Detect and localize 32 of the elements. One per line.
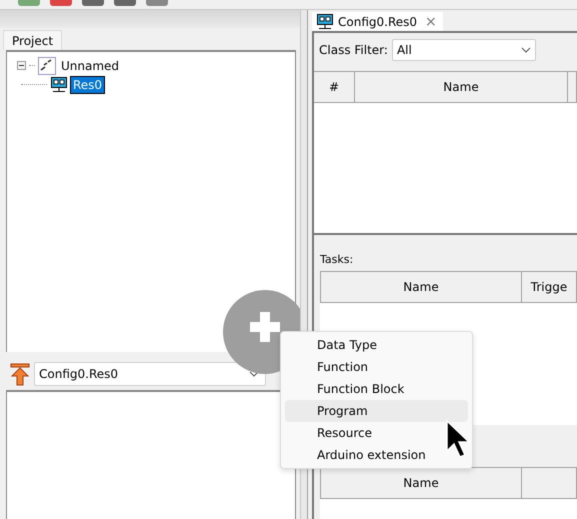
filter-label: Class Filter: — [319, 43, 388, 57]
toolbar-icon[interactable] — [82, 0, 104, 6]
close-icon[interactable]: × — [425, 14, 437, 30]
toolbar-icon[interactable] — [18, 0, 40, 6]
editor-tab[interactable]: Config0.Res0 × — [312, 12, 443, 31]
class-filter-select[interactable]: All — [392, 39, 536, 61]
column-header[interactable]: Name — [321, 272, 522, 302]
tree-item[interactable]: Unnamed — [59, 58, 122, 74]
toolbar-icon[interactable] — [50, 0, 72, 6]
collapse-toggle[interactable] — [17, 61, 26, 70]
column-header[interactable]: # — [314, 72, 355, 102]
toolbar-icon[interactable] — [146, 0, 168, 6]
resource-combo[interactable]: Config0.Res0 — [34, 362, 266, 386]
menu-item[interactable]: Function — [285, 356, 468, 378]
toolbar-icon[interactable] — [114, 0, 136, 6]
menu-item[interactable]: Program — [285, 400, 468, 422]
up-arrow-icon[interactable] — [10, 362, 30, 386]
tasks-label: Tasks: — [320, 253, 354, 267]
tree-item[interactable]: Res0 — [71, 76, 104, 92]
menu-item[interactable]: Resource — [285, 422, 468, 444]
column-header[interactable]: Trigge — [522, 272, 577, 302]
menu-item[interactable]: Arduino extension — [285, 444, 468, 466]
menu-item[interactable]: Function Block — [285, 378, 468, 400]
menu-item[interactable]: Data Type — [285, 334, 468, 356]
chevron-down-icon — [520, 47, 531, 53]
plus-icon — [250, 312, 280, 342]
monitor-icon — [316, 12, 334, 30]
chevron-down-icon — [249, 371, 259, 377]
tab-title: Config0.Res0 — [338, 14, 418, 28]
project-tab[interactable]: Project — [3, 30, 62, 50]
monitor-icon — [50, 76, 68, 94]
column-header[interactable]: Name — [355, 72, 568, 102]
